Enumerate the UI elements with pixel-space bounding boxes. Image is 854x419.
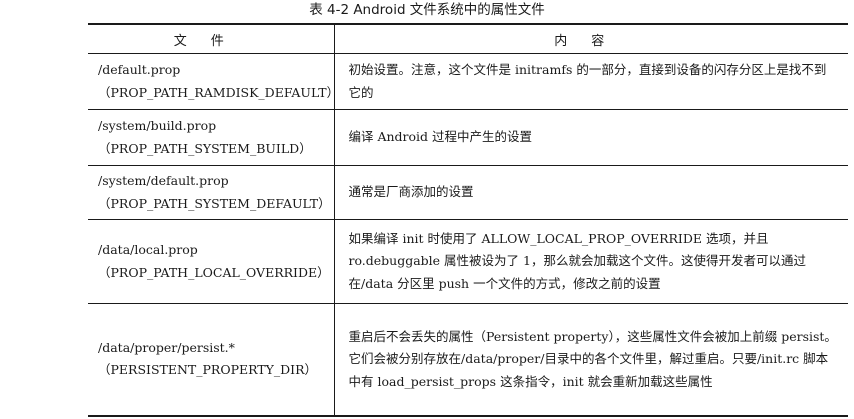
file-path: /data/proper/persist.*	[98, 339, 235, 355]
file-path: /system/build.prop	[98, 118, 217, 133]
content-cell: 初始设置。注意，这个文件是 initramfs 的一部分，直接到设备的闪存分区上…	[333, 53, 848, 110]
file-cell: /data/local.prop （PROP_PATH_LOCAL_OVERRI…	[88, 219, 334, 304]
file-cell: /data/proper/persist.* （PERSISTENT_PROPE…	[88, 303, 334, 417]
table-row: /data/proper/persist.* （PERSISTENT_PROPE…	[88, 303, 848, 417]
content-cell: 重启后不会丢失的属性（Persistent property），这些属性文件会被…	[333, 303, 848, 417]
file-path: /data/local.prop	[98, 242, 198, 257]
table-row: /data/local.prop （PROP_PATH_LOCAL_OVERRI…	[88, 219, 848, 304]
file-path: /default.prop	[98, 62, 181, 77]
table-row: /system/build.prop （PROP_PATH_SYSTEM_BUI…	[88, 109, 848, 166]
file-constant: （PERSISTENT_PROPERTY_DIR）	[98, 362, 318, 378]
file-constant: （PROP_PATH_RAMDISK_DEFAULT）	[98, 84, 340, 100]
file-cell: /system/build.prop （PROP_PATH_SYSTEM_BUI…	[88, 109, 334, 166]
content-cell: 通常是厂商添加的设置	[333, 165, 848, 220]
content-cell: 如果编译 init 时使用了 ALLOW_LOCAL_PROP_OVERRIDE…	[333, 219, 848, 304]
table-header-row: 文件 内容	[88, 23, 848, 54]
file-constant: （PROP_PATH_LOCAL_OVERRIDE）	[98, 264, 330, 280]
file-path: /system/default.prop	[98, 173, 229, 188]
file-cell: /system/default.prop （PROP_PATH_SYSTEM_D…	[88, 165, 334, 220]
table-row: /system/default.prop （PROP_PATH_SYSTEM_D…	[88, 165, 848, 220]
property-files-table: 文件 内容 /default.prop （PROP_PATH_RAMDISK_D…	[88, 23, 848, 417]
content-cell: 编译 Android 过程中产生的设置	[333, 109, 848, 166]
file-cell: /default.prop （PROP_PATH_RAMDISK_DEFAULT…	[88, 53, 340, 110]
file-constant: （PROP_PATH_SYSTEM_DEFAULT）	[98, 195, 331, 211]
table-row: /default.prop （PROP_PATH_RAMDISK_DEFAULT…	[88, 53, 848, 110]
table-caption: 表 4-2 Android 文件系统中的属性文件	[309, 2, 545, 18]
header-file: 文件	[88, 23, 334, 54]
file-constant: （PROP_PATH_SYSTEM_BUILD）	[98, 140, 312, 156]
header-content: 内容	[333, 23, 848, 54]
